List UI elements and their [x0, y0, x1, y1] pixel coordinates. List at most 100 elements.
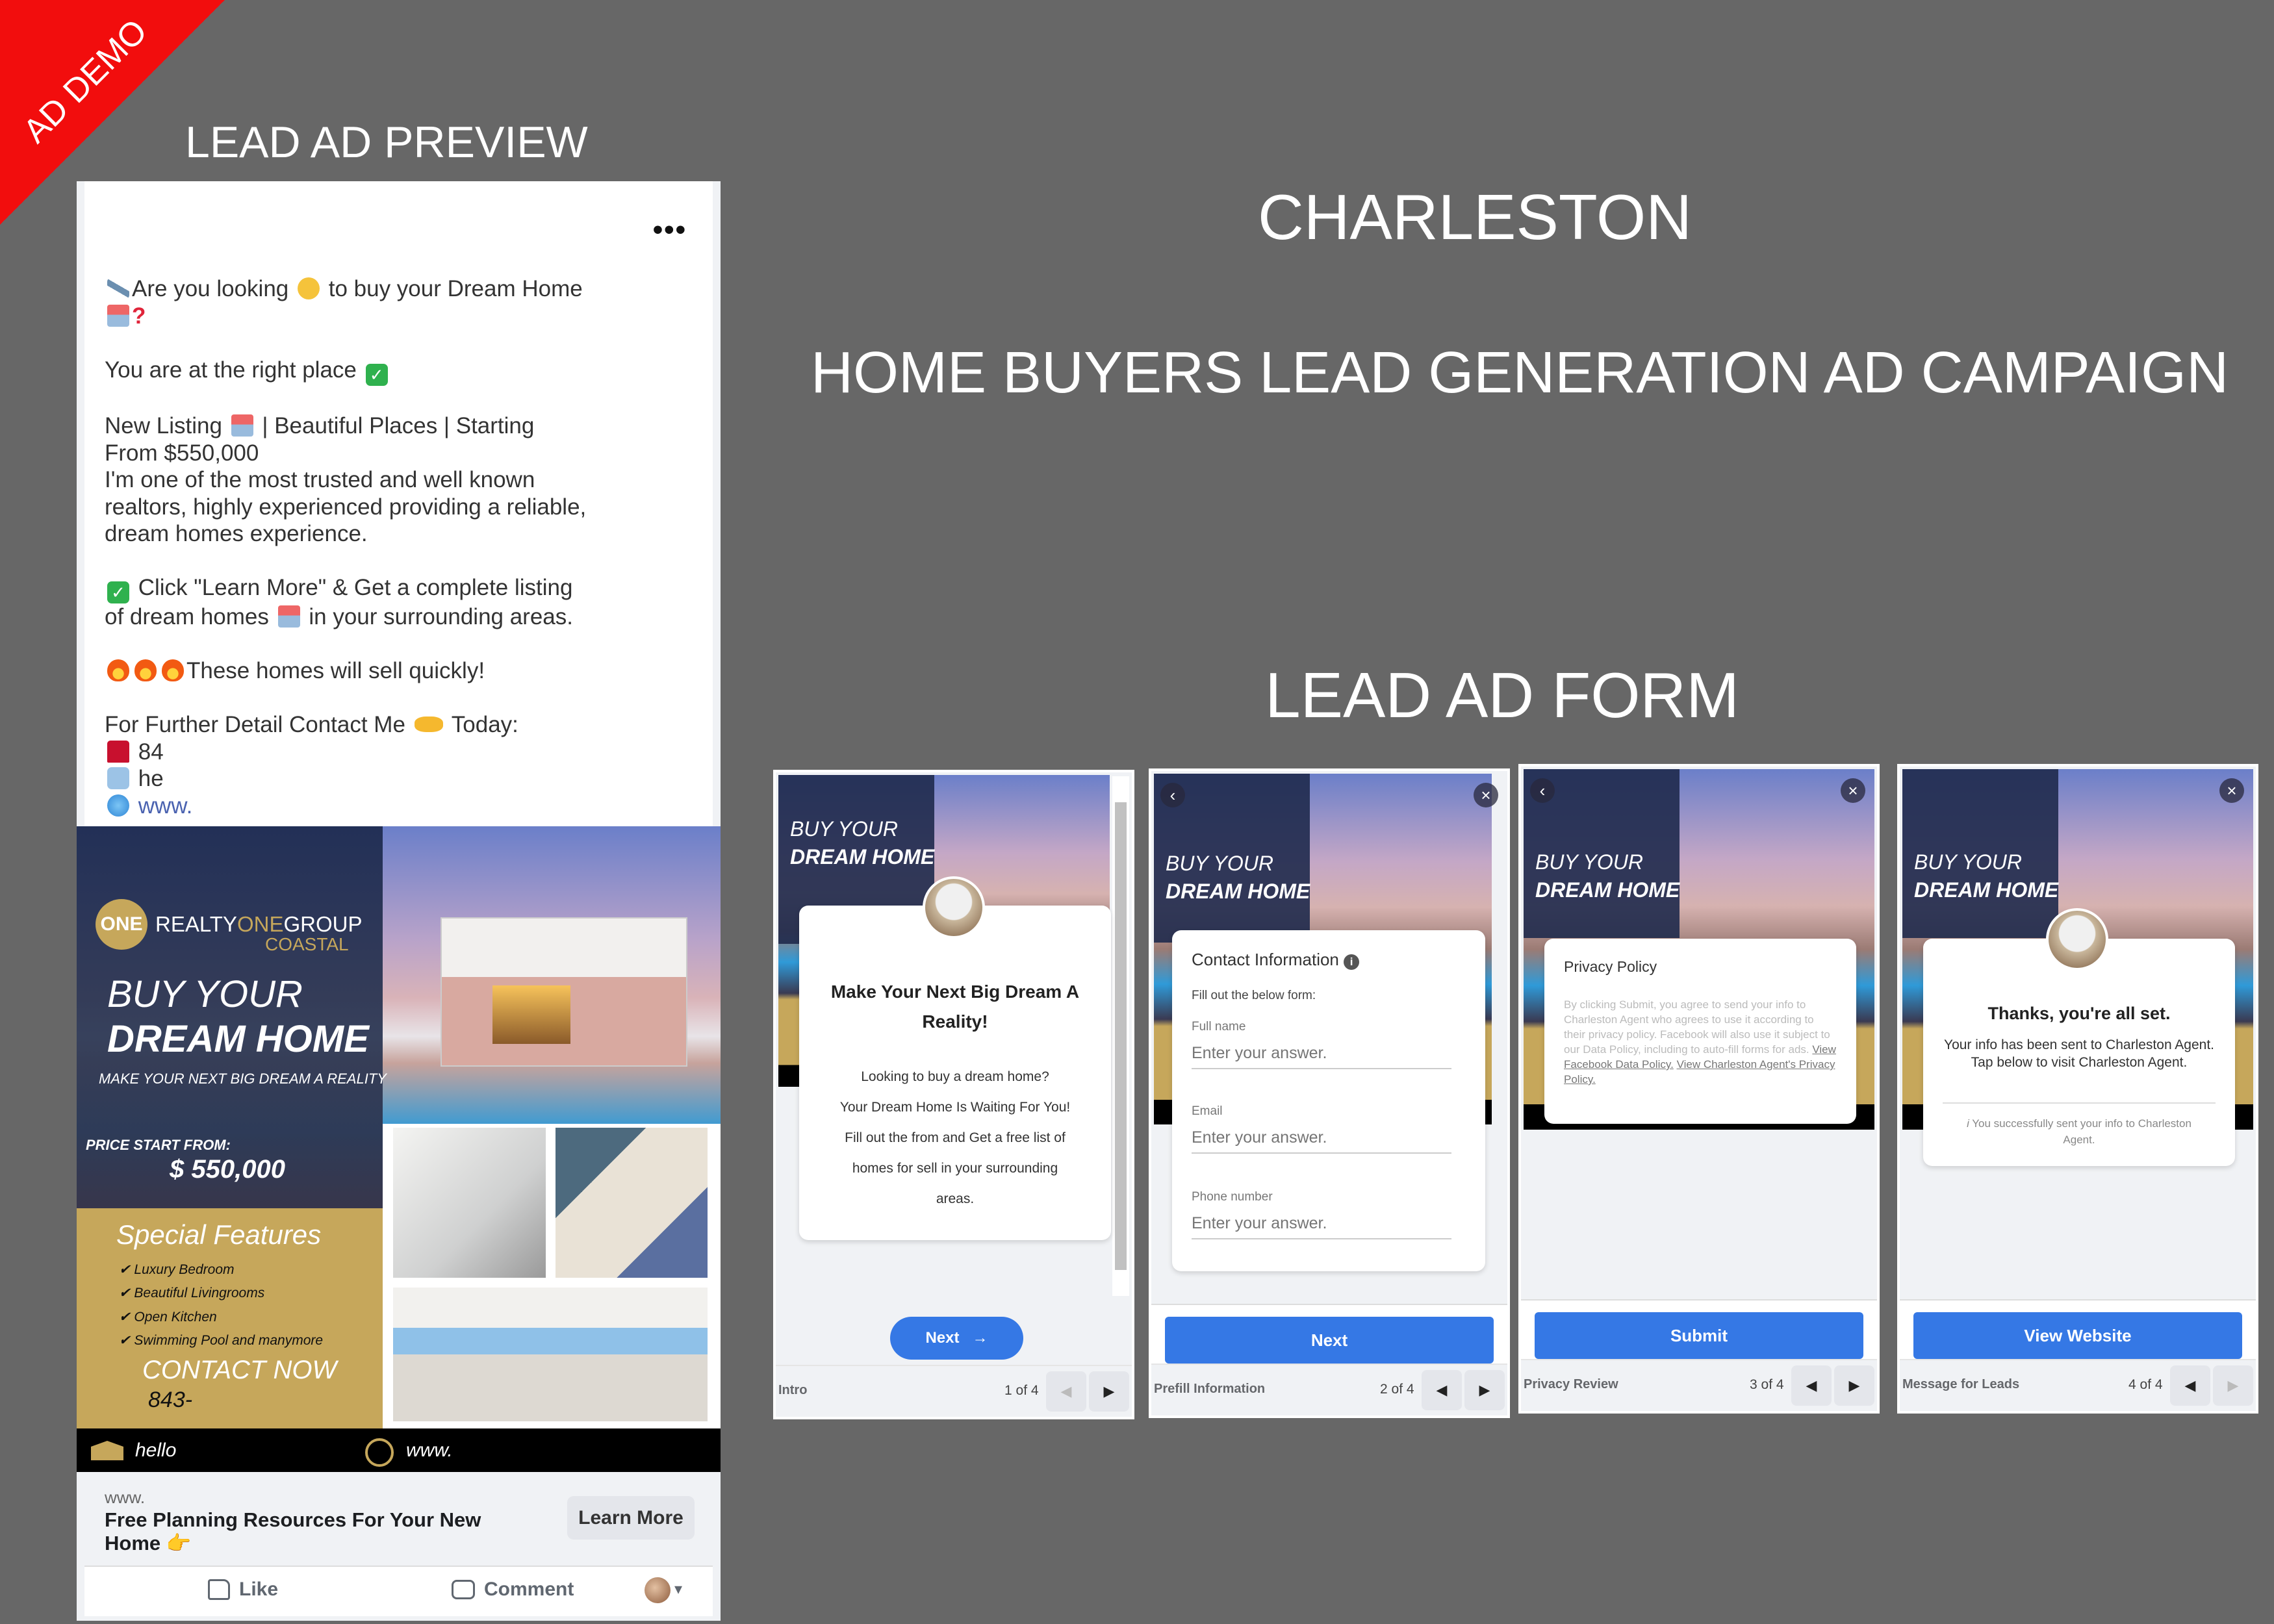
next-step-button[interactable]: ▶ [1089, 1371, 1129, 1412]
price-label: PRICE START FROM: [86, 1137, 231, 1153]
intro-line: Looking to buy a dream home? [861, 1069, 1049, 1084]
header-dream: DREAM HOME [1535, 878, 1680, 902]
prev-step-button[interactable]: ◀ [2170, 1365, 2210, 1406]
email-input[interactable] [1192, 1128, 1451, 1154]
www-globe-icon [365, 1438, 394, 1467]
feature-item: ✔ Beautiful Livingrooms [119, 1286, 265, 1300]
comment-button[interactable]: Comment [452, 1579, 574, 1601]
intro-line: areas. [936, 1191, 975, 1206]
thanks-title: Thanks, you're all set. [1987, 1004, 2171, 1023]
more-horizontal-icon[interactable]: ••• [653, 214, 687, 246]
feature-item: ✔ Luxury Bedroom [119, 1262, 235, 1277]
learn-more-button[interactable]: Learn More [567, 1496, 695, 1540]
brand-part: GROUP [283, 912, 363, 936]
prev-step-button[interactable]: ◀ [1422, 1370, 1462, 1410]
step-name: Intro [778, 1383, 808, 1397]
form-footer: Privacy Review 3 of 4 ◀ ▶ [1521, 1359, 1877, 1411]
step-name: Privacy Review [1524, 1377, 1618, 1391]
reaction-bar: Like Comment ▾ [84, 1566, 713, 1616]
prev-step-button[interactable]: ◀ [1046, 1371, 1086, 1412]
brand-subtitle: COASTAL [265, 934, 349, 954]
next-step-button[interactable]: ▶ [2213, 1365, 2253, 1406]
phone-label: Phone number [1192, 1190, 1273, 1204]
next-step-button[interactable]: ▶ [1464, 1370, 1505, 1410]
step-count: 1 of 4 [1004, 1383, 1039, 1398]
thanks-body: Your info has been sent to Charleston Ag… [1943, 1037, 2215, 1070]
post-line: For Further Detail Contact Me [105, 712, 405, 737]
fire-icon [107, 659, 129, 681]
post-line: realtors, highly experienced providing a… [105, 494, 587, 520]
phone-input[interactable] [1192, 1214, 1451, 1239]
back-icon[interactable]: ‹ [1530, 778, 1555, 803]
fire-icon [134, 659, 157, 681]
ad-demo-label: AD DEMO [16, 12, 155, 151]
post-line: Today: [451, 712, 518, 737]
post-text: Are you looking to buy your Dream Home ?… [105, 275, 702, 819]
scrollbar-thumb[interactable] [1115, 802, 1127, 1270]
comment-label: Comment [484, 1579, 574, 1600]
form-footer: Intro 1 of 4 ◀ ▶ [776, 1365, 1132, 1417]
email-label: Email [1192, 1104, 1223, 1118]
contact-website-link[interactable]: www. [138, 793, 193, 818]
privacy-body: By clicking Submit, you agree to send yo… [1564, 998, 1830, 1056]
avatar[interactable] [645, 1577, 671, 1603]
form-panel-privacy: BUY YOUR DREAM HOME ‹ × Privacy Policy By… [1518, 764, 1880, 1414]
lead-ad-preview-heading: LEAD AD PREVIEW [185, 118, 588, 167]
scrollbar[interactable] [1112, 776, 1129, 1296]
check-mark-icon: ✓ [365, 363, 388, 386]
prev-step-button[interactable]: ◀ [1791, 1365, 1832, 1406]
contact-email: he [138, 766, 164, 791]
view-website-button[interactable]: View Website [1913, 1312, 2242, 1359]
full-name-input[interactable] [1192, 1044, 1451, 1069]
privacy-card: Privacy Policy By clicking Submit, you a… [1544, 939, 1856, 1124]
info-icon[interactable]: i [1344, 954, 1360, 970]
next-step-button[interactable]: ▶ [1834, 1365, 1874, 1406]
thanks-card: Thanks, you're all set. Your info has be… [1923, 939, 2235, 1166]
like-label: Like [239, 1579, 279, 1600]
houses-icon [231, 414, 253, 437]
brand-part: REALTY [155, 912, 237, 936]
close-icon[interactable]: × [1841, 778, 1865, 803]
feature-item: ✔ Open Kitchen [119, 1310, 217, 1325]
next-button[interactable]: Next [1165, 1317, 1494, 1364]
tagline: MAKE YOUR NEXT BIG DREAM A REALITY [99, 1071, 387, 1087]
next-button[interactable]: Next → [890, 1317, 1023, 1360]
contact-subtitle: Fill out the below form: [1192, 989, 1316, 1002]
caret-down-icon[interactable]: ▾ [674, 1580, 682, 1599]
privacy-title: Privacy Policy [1564, 958, 1657, 975]
ad-creative-image[interactable]: ONE REALTYONEGROUP COASTAL BUY YOUR DREA… [77, 826, 721, 1472]
intro-body: Looking to buy a dream home? Your Dream … [812, 1061, 1098, 1214]
features-title: Special Features [116, 1219, 322, 1250]
brand-part: ONE [236, 912, 284, 936]
thumbs-up-icon [208, 1579, 230, 1600]
privacy-text: By clicking Submit, you agree to send yo… [1564, 997, 1837, 1087]
telescope-icon [107, 277, 129, 299]
living-room-photo [393, 1288, 708, 1421]
headline-dream: DREAM HOME [107, 1018, 369, 1060]
submit-button[interactable]: Submit [1535, 1312, 1863, 1359]
kitchen-photo [393, 1128, 546, 1278]
handshake-icon [414, 717, 443, 732]
divider [1943, 1102, 2216, 1104]
back-icon[interactable]: ‹ [1160, 783, 1185, 807]
form-footer: Message for Leads 4 of 4 ◀ ▶ [1900, 1359, 2256, 1411]
header-dream: DREAM HOME [790, 845, 935, 869]
form-footer: Prefill Information 2 of 4 ◀ ▶ [1151, 1364, 1507, 1415]
form-panel-prefill: BUY YOUR DREAM HOME ‹ × Contact Informati… [1149, 768, 1510, 1418]
form-panel-intro: BUY YOUR DREAM HOME Make Your Next Big Dr… [773, 770, 1134, 1419]
post-body: ••• Are you looking to buy your Dream Ho… [84, 181, 713, 826]
step-count: 4 of 4 [2128, 1377, 2163, 1392]
intro-title: Make Your Next Big Dream A Reality! [830, 982, 1080, 1032]
link-preview-bar[interactable]: www. Free Planning Resources For Your Ne… [84, 1472, 713, 1566]
ad-email: hello [135, 1440, 177, 1461]
close-icon[interactable]: × [2219, 778, 2244, 803]
post-line: dream homes experience. [105, 521, 368, 546]
thanks-note: i You successfully sent your info to Cha… [1965, 1115, 2193, 1148]
close-icon[interactable]: × [1474, 783, 1498, 807]
telephone-icon [107, 740, 129, 763]
agent-avatar [923, 876, 985, 939]
ad-phone: 843- [148, 1388, 193, 1412]
step-count: 3 of 4 [1750, 1377, 1784, 1392]
like-button[interactable]: Like [208, 1579, 278, 1601]
post-line: of dream homes [105, 604, 269, 629]
